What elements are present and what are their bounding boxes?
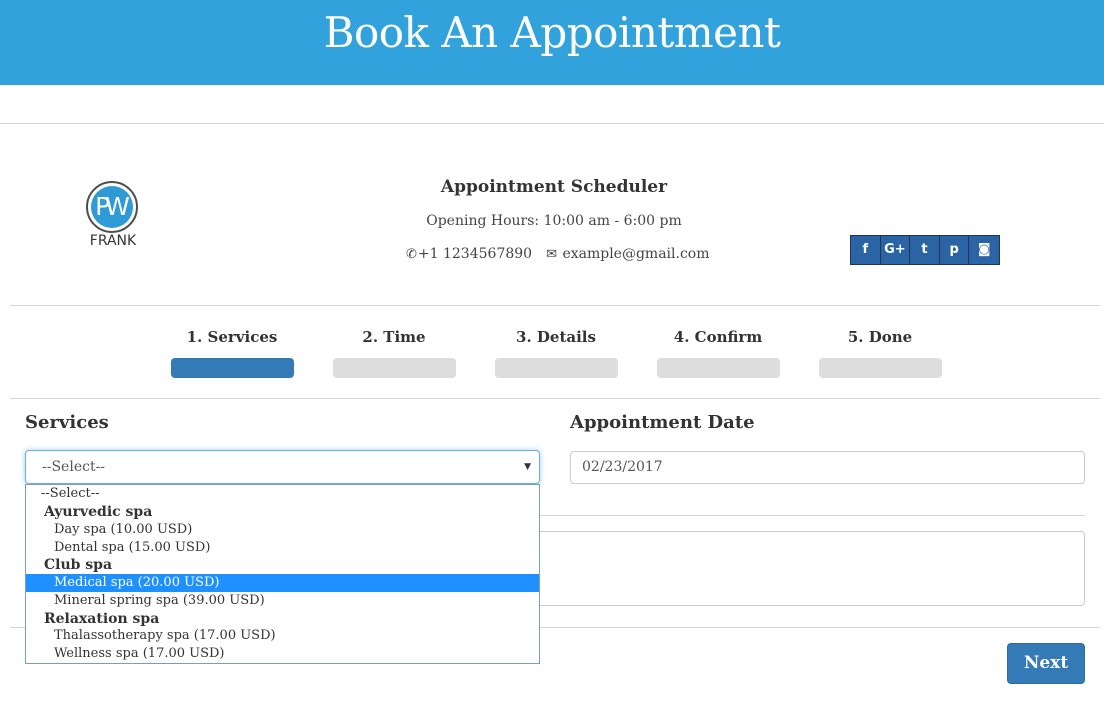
social-links: f G+ t p ◙ — [850, 235, 1000, 265]
notes-textarea[interactable] — [530, 531, 1085, 606]
pinterest-icon[interactable]: p — [939, 236, 970, 264]
next-button[interactable]: Next — [1007, 643, 1085, 684]
business-logo: PW — [86, 181, 138, 233]
email-address[interactable]: example@gmail.com — [562, 246, 709, 262]
step-confirm-label: 4. Confirm — [673, 328, 763, 346]
logo-mark-icon: PW — [91, 186, 133, 228]
twitter-icon[interactable]: t — [910, 236, 940, 264]
step-time-bar — [333, 358, 456, 378]
phone-icon: ✆ — [406, 247, 417, 262]
step-done-bar — [819, 358, 942, 378]
dropdown-option[interactable]: Day spa (10.00 USD) — [26, 521, 539, 539]
dropdown-option[interactable]: Thalassotherapy spa (17.00 USD) — [26, 627, 539, 645]
dropdown-group-label: Relaxation spa — [44, 611, 160, 627]
dropdown-option[interactable]: Dental spa (15.00 USD) — [26, 539, 539, 557]
dropdown-group-label: Club spa — [44, 557, 113, 573]
page-title: Book An Appointment — [323, 8, 781, 57]
step-details-bar — [495, 358, 618, 378]
step-done-label: 5. Done — [847, 328, 913, 346]
step-time-label: 2. Time — [362, 328, 426, 346]
appointment-date-input[interactable]: 02/23/2017 — [570, 451, 1085, 484]
caret-down-icon: ▼ — [524, 462, 531, 472]
dropdown-option[interactable]: Mineral spring spa (39.00 USD) — [26, 592, 539, 610]
services-select[interactable]: --Select-- ▼ — [25, 450, 540, 484]
instagram-icon[interactable]: ◙ — [969, 236, 1000, 264]
facebook-icon[interactable]: f — [851, 236, 881, 264]
envelope-icon: ✉ — [546, 247, 557, 262]
step-details-label: 3. Details — [516, 328, 596, 346]
divider — [10, 398, 1100, 399]
services-select-value: --Select-- — [42, 459, 106, 475]
opening-hours: Opening Hours: 10:00 am - 6:00 pm — [426, 213, 682, 229]
google-plus-icon[interactable]: G+ — [880, 236, 911, 264]
phone-number[interactable]: +1 1234567890 — [418, 246, 532, 262]
step-services-label: 1. Services — [186, 328, 278, 346]
business-name: Appointment Scheduler — [440, 177, 668, 197]
step-confirm-bar — [657, 358, 780, 378]
logo-name: FRANK — [89, 233, 137, 249]
appointment-date-label: Appointment Date — [570, 412, 755, 433]
contact-info: ✆+1 1234567890 ✉ example@gmail.com — [406, 246, 710, 262]
divider — [530, 515, 1085, 516]
page-banner: Book An Appointment — [0, 0, 1104, 85]
services-label: Services — [25, 412, 109, 433]
dropdown-option[interactable]: Wellness spa (17.00 USD) — [26, 645, 539, 663]
services-dropdown-list: --Select-- Ayurvedic spa Day spa (10.00 … — [25, 484, 540, 664]
dropdown-option-highlighted[interactable]: Medical spa (20.00 USD) — [26, 574, 539, 592]
dropdown-group-label: Ayurvedic spa — [44, 504, 153, 520]
dropdown-option[interactable]: --Select-- — [26, 485, 539, 503]
divider — [0, 123, 1104, 124]
step-services-bar — [171, 358, 294, 378]
divider — [10, 305, 1100, 306]
